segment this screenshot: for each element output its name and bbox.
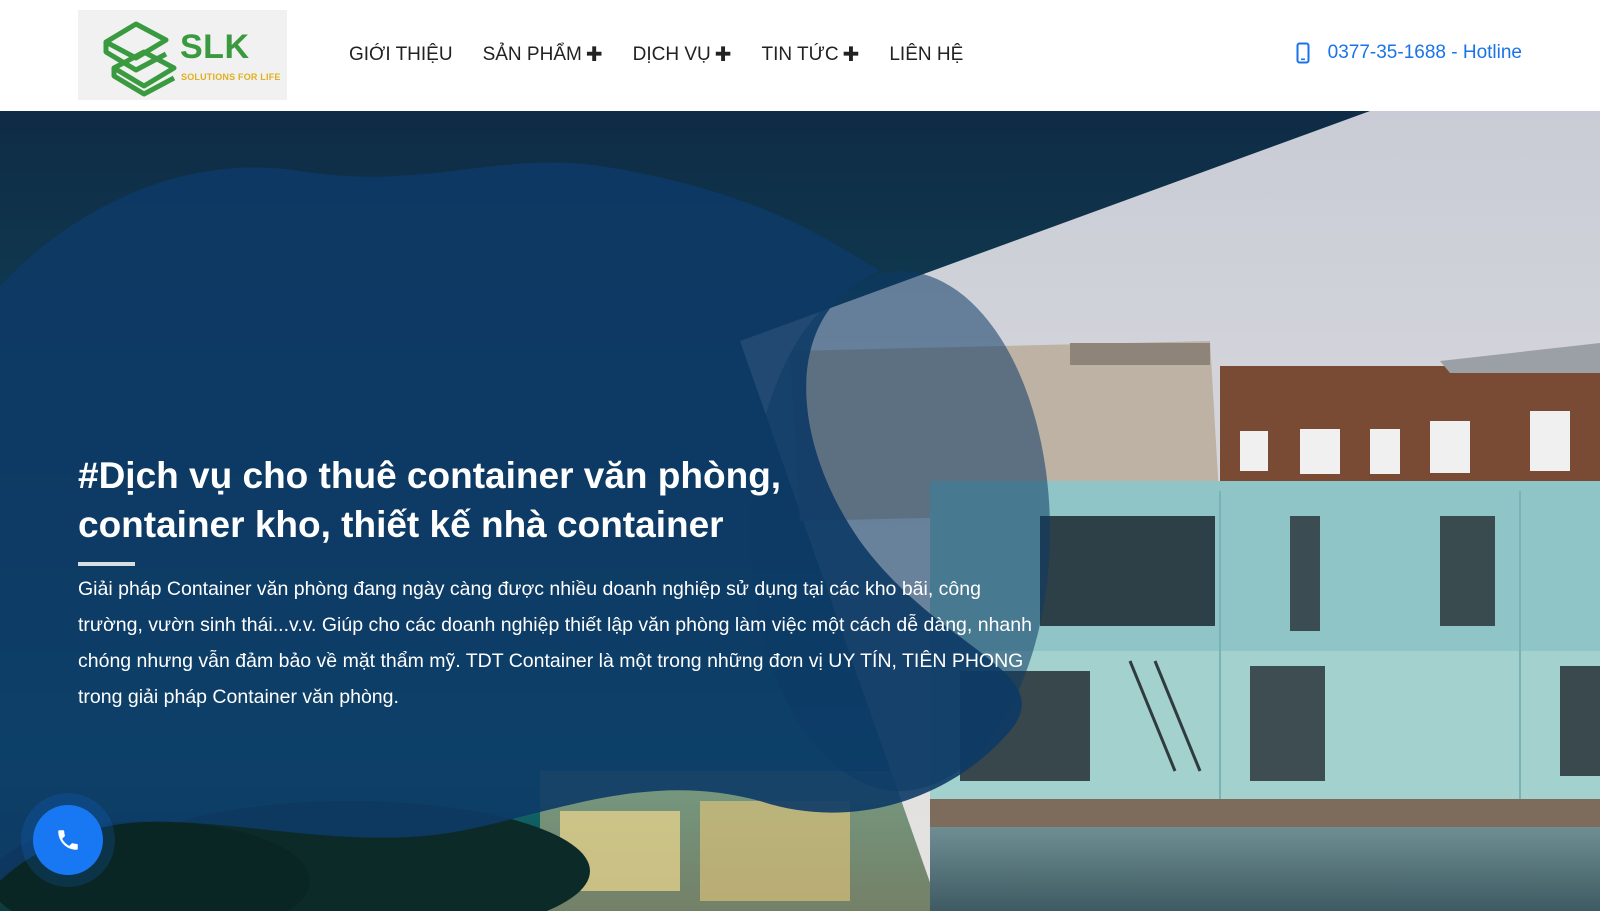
mobile-phone-icon xyxy=(1296,42,1310,64)
nav-item-label: LIÊN HỆ xyxy=(889,44,964,65)
nav-item-lien-he[interactable]: LIÊN HỆ xyxy=(889,40,963,70)
nav-item-label: GIỚI THIỆU xyxy=(349,44,453,65)
plus-icon[interactable]: ✚ xyxy=(715,45,732,65)
nav-item-label: DỊCH VỤ xyxy=(632,44,711,65)
site-logo[interactable]: SLK SOLUTIONS FOR LIFE xyxy=(78,10,287,100)
nav-item-tin-tuc[interactable]: TIN TỨC ✚ xyxy=(761,40,859,70)
nav-item-san-pham[interactable]: SẢN PHẨM ✚ xyxy=(483,40,603,70)
phone-icon xyxy=(58,830,78,850)
hero-description: Giải pháp Container văn phòng đang ngày … xyxy=(78,578,1032,708)
logo-tagline: SOLUTIONS FOR LIFE xyxy=(181,72,281,82)
hotline-link[interactable]: 0377-35-1688 - Hotline xyxy=(1296,42,1522,64)
plus-icon[interactable]: ✚ xyxy=(843,45,860,65)
site-header: SLK SOLUTIONS FOR LIFE GIỚI THIỆU SẢN PH… xyxy=(0,0,1600,111)
hero-title: #Dịch vụ cho thuê container văn phòng, c… xyxy=(78,455,782,545)
nav-item-gioi-thieu[interactable]: GIỚI THIỆU xyxy=(349,40,453,70)
logo-name: SLK xyxy=(180,28,250,66)
main-nav: GIỚI THIỆU SẢN PHẨM ✚ DỊCH VỤ ✚ TIN TỨC … xyxy=(349,40,993,70)
nav-item-label: TIN TỨC xyxy=(761,44,839,65)
hero-section: #Dịch vụ cho thuê container văn phòng, c… xyxy=(0,111,1600,911)
nav-item-dich-vu[interactable]: DỊCH VỤ ✚ xyxy=(633,40,732,70)
hero-divider xyxy=(78,562,135,566)
nav-item-label: SẢN PHẨM xyxy=(482,44,582,65)
floating-call-button[interactable] xyxy=(33,805,103,875)
plus-icon[interactable]: ✚ xyxy=(586,45,603,65)
hotline-label: 0377-35-1688 - Hotline xyxy=(1327,42,1522,63)
logo-mark-icon xyxy=(103,21,177,97)
